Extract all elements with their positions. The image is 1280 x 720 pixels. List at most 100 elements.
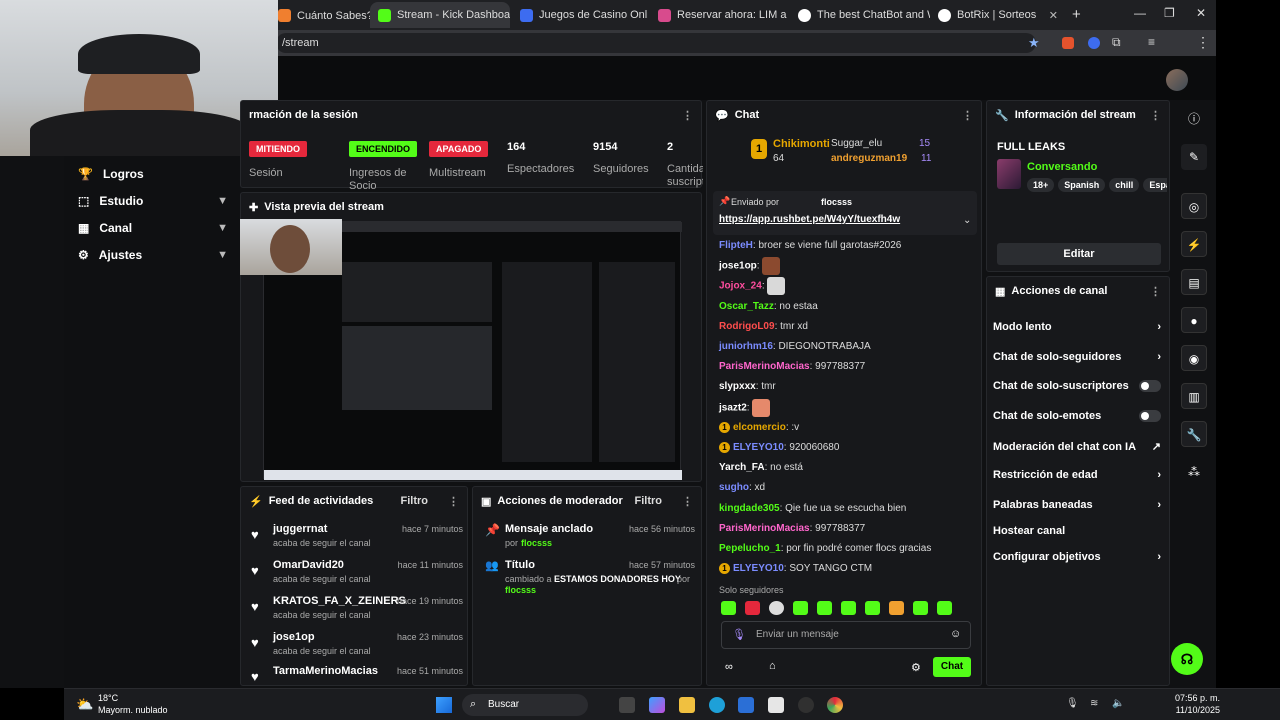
extension-icon[interactable] [1062,37,1074,49]
wifi-icon[interactable]: ≋ [1090,698,1098,709]
broadcast-icon[interactable]: ◉ [1181,345,1207,371]
close-tab-icon[interactable]: ✕ [1049,9,1058,22]
microphone-tray-icon[interactable]: 🎙 [1066,698,1079,709]
minimize-button[interactable]: — [1134,6,1146,20]
kebab-menu-icon[interactable]: ⋮ [682,495,693,508]
emote-button[interactable] [937,601,952,615]
emote-button[interactable] [889,601,904,615]
action-slow-mode[interactable]: Modo lento › [993,321,1161,333]
pinned-link[interactable]: https://app.rushbet.pe/W4yY/tuexfh4w [719,214,900,225]
chat-username[interactable]: Jojox_24 [719,281,762,292]
obs-icon[interactable] [798,697,814,713]
lightning-icon[interactable]: ⚡ [1181,231,1207,257]
emote-button[interactable] [913,601,928,615]
action-age-restriction[interactable]: Restricción de edad › [993,469,1161,481]
task-view-icon[interactable] [619,697,635,713]
emote-button[interactable] [721,601,736,615]
emote-button[interactable] [745,601,760,615]
emote-button[interactable] [769,601,784,615]
kebab-menu-icon[interactable]: ⋮ [448,495,459,508]
chrome-icon[interactable] [827,697,843,713]
send-chat-button[interactable]: Chat [933,657,971,677]
comment-icon[interactable]: ● [1181,307,1207,333]
chat-username[interactable]: Oscar_Tazz [719,301,774,312]
store-icon[interactable] [738,697,754,713]
emote-button[interactable] [865,601,880,615]
chat-username[interactable]: Pepelucho_1 [719,543,781,554]
browser-tab[interactable]: Reservar ahora: LIM a SA✕ [650,2,788,28]
pencil-icon[interactable]: ✎ [1181,144,1207,170]
apps-icon[interactable]: ⁂ [1181,459,1207,485]
kebab-menu-icon[interactable]: ⋮ [682,109,693,122]
kebab-menu-icon[interactable]: ⋮ [1150,109,1161,122]
chat-username[interactable]: Yarch_FA [719,462,765,473]
file-explorer-icon[interactable] [679,697,695,713]
sidebar-item-canal[interactable]: ▦ Canal ▼ [78,221,228,235]
chevron-down-icon[interactable]: ⌄ [963,215,971,226]
extension-icon[interactable] [1088,37,1100,49]
browser-tab[interactable]: The best ChatBot and Wi✕ [790,2,930,28]
taskbar-search[interactable]: ⌕ Buscar [462,694,588,716]
subscribers-only-toggle[interactable] [1139,380,1161,392]
microphone-icon[interactable]: 🎙 [732,628,746,641]
category-link[interactable]: Conversando [1027,161,1097,173]
speaker-icon[interactable]: 🔈 [1112,698,1124,709]
info-icon[interactable]: ⓘ [1181,106,1207,132]
document-app-icon[interactable] [768,697,784,713]
maximize-button[interactable]: ❐ [1164,6,1175,20]
document-icon[interactable]: ▤ [1181,269,1207,295]
action-followers-only[interactable]: Chat de solo-seguidores › [993,351,1161,363]
browser-tab[interactable]: BotRix | Sorteos ✕ [930,2,1066,28]
kebab-menu-icon[interactable]: ⋮ [962,109,973,122]
infinity-icon[interactable]: ∞ [725,661,733,673]
chat-username[interactable]: jose1op [719,261,757,272]
extensions-puzzle-icon[interactable]: ⧉ [1112,35,1121,50]
layout-icon[interactable]: ▥ [1181,383,1207,409]
new-tab-button[interactable]: + [1072,6,1081,23]
chat-username[interactable]: FlipteH [719,240,753,251]
gear-icon[interactable]: ⚙ [911,661,921,674]
emoji-icon[interactable]: ☺ [950,628,961,640]
edge-icon[interactable] [709,697,725,713]
copilot-icon[interactable] [649,697,665,713]
action-host-channel[interactable]: Hostear canal [993,525,1161,537]
sidebar-item-logros[interactable]: 🏆 Logros [78,167,228,181]
emotes-only-toggle[interactable] [1139,410,1161,422]
chat-username[interactable]: elcomercio [733,422,786,433]
emote-button[interactable] [841,601,856,615]
chat-username[interactable]: ParisMerinoMacias [719,523,810,534]
action-ai-moderation[interactable]: Moderación del chat con IA ↗ [993,440,1161,454]
pinned-message[interactable]: 📌 Enviado por flocsss https://app.rushbe… [713,191,977,235]
chat-username[interactable]: ParisMerinoMacias [719,361,810,372]
chat-username[interactable]: sugho [719,482,749,493]
chat-username[interactable]: jsazt2 [719,402,747,413]
windows-start-icon[interactable] [436,697,452,713]
chat-username[interactable]: RodrigoL09 [719,321,775,332]
media-icon[interactable]: ≡ [1148,35,1155,49]
avatar[interactable] [1166,69,1188,91]
chat-username[interactable]: slypxxx [719,381,756,392]
sidebar-item-estudio[interactable]: ⬚ Estudio ▼ [78,194,228,208]
store-icon[interactable]: ⌂ [769,660,776,672]
close-window-button[interactable]: ✕ [1196,6,1206,20]
chat-username[interactable]: ELYEYO10 [733,563,784,574]
kebab-menu-icon[interactable]: ⋮ [1150,285,1161,298]
browser-tab-active[interactable]: Stream - Kick Dashboard✕ [370,2,510,28]
chat-username[interactable]: juniorhm16 [719,341,773,352]
edit-button[interactable]: Editar [997,243,1161,265]
browser-tab[interactable]: Juegos de Casino Online✕ [512,2,648,28]
chat-username[interactable]: kingdade305 [719,503,780,514]
action-banned-words[interactable]: Palabras baneadas › [993,499,1161,511]
emote-button[interactable] [793,601,808,615]
support-chat-button[interactable]: ☊ [1171,643,1203,675]
url-field[interactable]: /stream [276,33,1036,53]
bookmark-star-icon[interactable]: ★ [1028,35,1040,51]
emote-button[interactable] [817,601,832,615]
filter-button[interactable]: Filtro [635,495,663,507]
browser-tab[interactable]: Cuánto Sabes? 😂 [270,2,370,28]
action-set-goals[interactable]: Configurar objetivos › [993,551,1161,563]
chat-input[interactable]: 🎙 Enviar un mensaje ☺ [721,621,971,649]
wrench-icon[interactable]: 🔧 [1181,421,1207,447]
target-icon[interactable]: ◎ [1181,193,1207,219]
filter-button[interactable]: Filtro [401,495,429,507]
